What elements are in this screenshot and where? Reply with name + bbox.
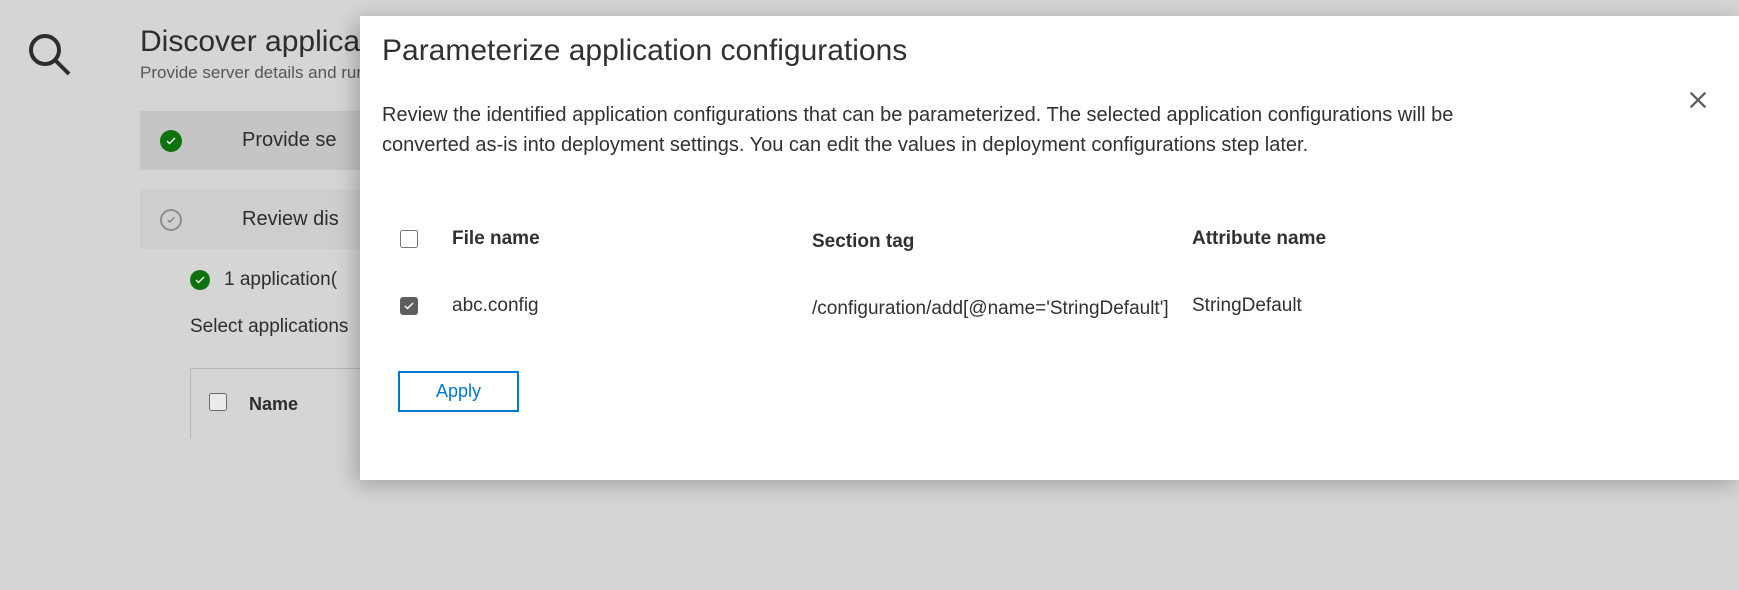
modal-description: Review the identified application config… <box>382 100 1482 160</box>
row-checkbox-cell <box>382 295 452 315</box>
cell-section-tag: /configuration/add[@name='StringDefault'… <box>812 295 1192 324</box>
header-file-name: File name <box>452 228 812 250</box>
apply-button[interactable]: Apply <box>398 371 519 412</box>
select-all-configs-checkbox[interactable] <box>400 230 418 248</box>
select-all-cell <box>382 228 452 254</box>
cell-attribute-name: StringDefault <box>1192 295 1492 317</box>
close-button[interactable] <box>1687 88 1709 116</box>
header-attribute-name: Attribute name <box>1192 228 1492 250</box>
config-table: File name Section tag Attribute name abc… <box>382 220 1701 331</box>
parameterize-modal: Parameterize application configurations … <box>360 16 1739 480</box>
header-section-tag: Section tag <box>812 228 1192 257</box>
modal-title: Parameterize application configurations <box>382 34 1701 68</box>
cell-file-name: abc.config <box>452 295 812 317</box>
config-table-header: File name Section tag Attribute name <box>382 220 1701 287</box>
row-checkbox-checked[interactable] <box>400 297 418 315</box>
config-table-row: abc.config /configuration/add[@name='Str… <box>382 287 1701 332</box>
